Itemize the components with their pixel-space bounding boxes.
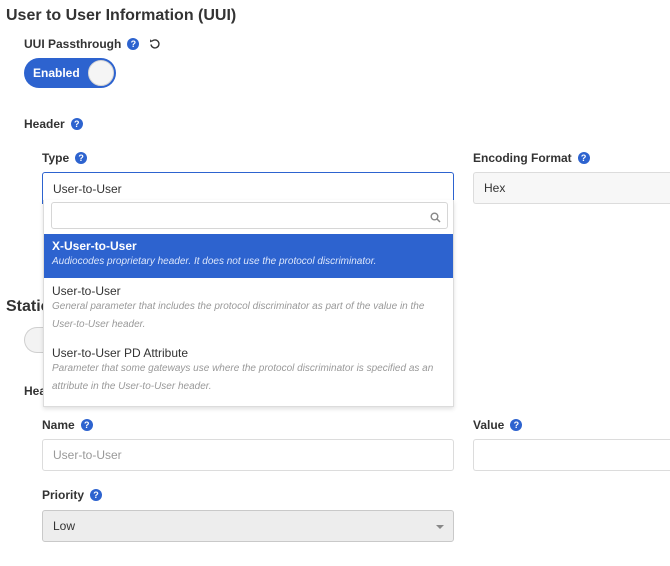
section-title: User to User Information (UUI) (6, 7, 237, 24)
priority-select[interactable]: Low (42, 510, 454, 542)
uui-passthrough-label: UUI Passthrough (24, 37, 122, 51)
header-label-row: Header ? (24, 117, 83, 131)
name-input[interactable]: User-to-User (42, 439, 454, 471)
encoding-format-value: Hex (484, 181, 506, 195)
help-icon[interactable]: ? (510, 419, 523, 431)
help-icon[interactable]: ? (75, 152, 88, 164)
priority-select-value: Low (53, 519, 76, 533)
option-title: User-to-User (52, 284, 121, 298)
dropdown-option-x-user-to-user[interactable]: X-User-to-User Audiocodes proprietary he… (44, 234, 453, 278)
header-label: Header (24, 117, 65, 131)
option-description: General parameter that includes the prot… (52, 301, 425, 330)
dropdown-search-input[interactable] (51, 202, 448, 229)
toggle-knob (88, 60, 114, 86)
chevron-down-icon (436, 525, 444, 529)
uui-passthrough-toggle[interactable]: Enabled (24, 58, 116, 88)
option-description: Audiocodes proprietary header. It does n… (52, 256, 377, 267)
value-label: Value (473, 418, 505, 432)
dropdown-option-user-to-user-pd-attribute[interactable]: User-to-User PD Attribute Parameter that… (44, 340, 453, 402)
help-icon[interactable]: ? (70, 118, 83, 130)
option-title: X-User-to-User (52, 239, 137, 253)
encoding-format-label-row: Encoding Format ? (473, 151, 590, 165)
value-label-row: Value ? (473, 418, 523, 432)
encoding-format-label: Encoding Format (473, 151, 572, 165)
reset-icon[interactable] (149, 38, 161, 50)
type-label: Type (42, 151, 70, 165)
priority-label: Priority (42, 488, 85, 502)
value-input[interactable] (473, 439, 670, 471)
type-dropdown-panel: X-User-to-User Audiocodes proprietary he… (43, 200, 454, 407)
help-icon[interactable]: ? (577, 152, 590, 164)
name-input-placeholder: User-to-User (53, 448, 122, 462)
type-select-value: User-to-User (53, 181, 122, 196)
help-icon[interactable]: ? (80, 419, 93, 431)
option-title: User-to-User PD Attribute (52, 346, 189, 360)
toggle-state-text: Enabled (33, 66, 80, 80)
option-description: Parameter that some gateways use where t… (52, 363, 434, 392)
dropdown-option-user-to-user[interactable]: User-to-User General parameter that incl… (44, 278, 453, 340)
name-label-row: Name ? (42, 418, 93, 432)
help-icon[interactable]: ? (90, 489, 103, 501)
type-label-row: Type ? (42, 151, 88, 165)
priority-label-row: Priority ? (42, 488, 103, 502)
search-icon (430, 210, 441, 228)
encoding-format-field[interactable]: Hex (473, 172, 670, 204)
name-label: Name (42, 418, 75, 432)
help-icon[interactable]: ? (127, 38, 140, 50)
uui-passthrough-label-row: UUI Passthrough ? (24, 37, 161, 51)
